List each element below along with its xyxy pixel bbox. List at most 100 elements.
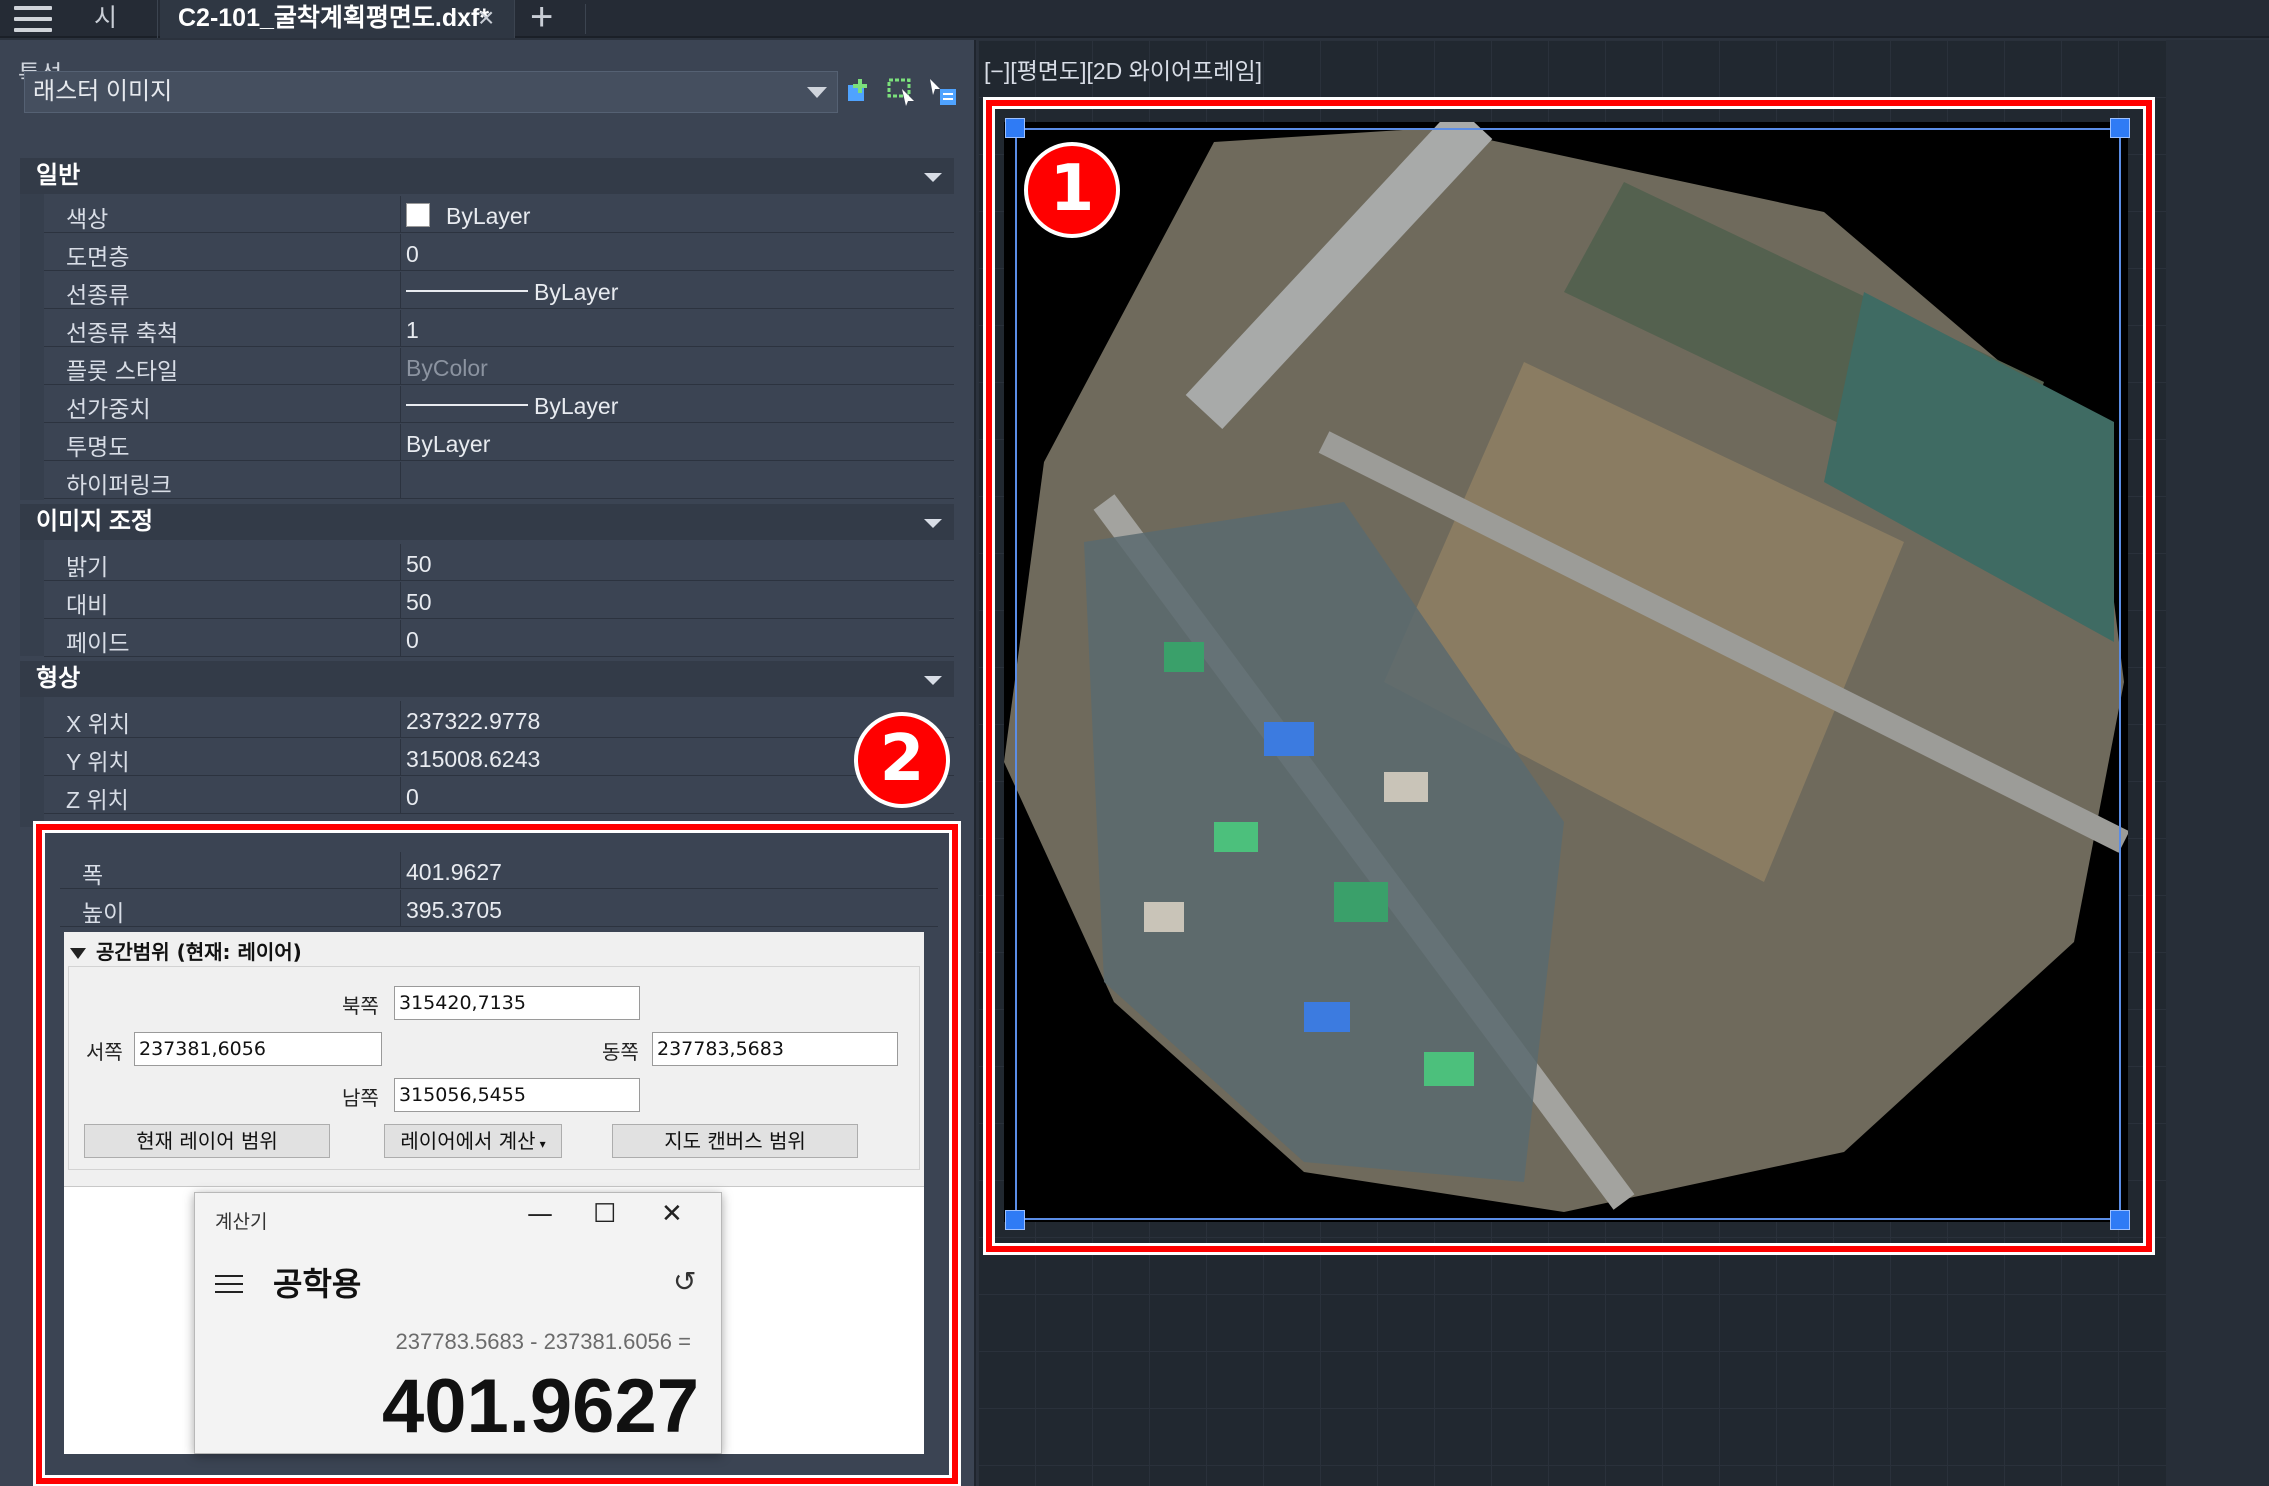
prop-value: 237322.9778 [406,708,541,734]
section-geometry-title: 형상 [36,665,81,692]
extent-header-label: 공간범위 (현재: 레이어) [96,940,302,964]
calculator-title: 계산기 [215,1211,268,1233]
linetype-sample [406,290,528,292]
calculate-from-layer-button[interactable]: 레이어에서 계산 ▾ [384,1124,562,1158]
extent-group-header[interactable]: 공간범위 (현재: 레이어) [70,936,302,965]
prop-value: 50 [406,551,432,577]
document-tab-bar: 시작 C2-101_굴착계획평면도.dxf* × + [0,0,2269,68]
west-label: 서쪽 [86,1040,123,1064]
prop-row-linetype-scale[interactable]: 선종류 축척 1 [44,310,954,347]
spatial-extent-dialog: 공간범위 (현재: 레이어) 북쪽 315420,7135 서쪽 237381,… [64,932,924,1186]
prop-value: 50 [406,589,432,615]
tab-close-icon[interactable]: × [478,1,494,35]
prop-value: 0 [406,627,419,653]
prop-row-contrast[interactable]: 대비 50 [44,582,954,619]
prop-row-z-position[interactable]: Z 위치 0 [44,777,954,814]
collapse-triangle-icon[interactable] [70,948,86,959]
prop-key: 하이퍼링크 [66,472,172,498]
calculator-mode-title: 공학용 [273,1265,362,1303]
tab-divider [585,4,586,34]
prop-value: 395.3705 [406,897,502,923]
section-geometry[interactable]: 형상 [20,661,954,697]
callout-badge-2: 2 [854,712,950,808]
prop-key: X 위치 [66,711,131,737]
prop-value: 0 [406,241,419,267]
prop-value: 0 [406,784,419,810]
prop-row-x-position[interactable]: X 위치 237322.9778 [44,701,954,738]
grip-handle-bottom-left[interactable] [1005,1210,1025,1230]
callout-badge-1: 1 [1024,142,1120,238]
section-general-title: 일반 [36,162,81,189]
east-label: 동쪽 [602,1040,639,1064]
prop-row-transparency[interactable]: 투명도 ByLayer [44,424,954,461]
color-swatch [406,203,430,227]
viewport-side-strip [2166,40,2269,1486]
history-icon[interactable]: ↺ [673,1265,696,1298]
collapse-chevron-icon[interactable] [924,173,942,182]
nav-menu-icon[interactable] [215,1275,243,1299]
prop-value: ByLayer [406,431,491,457]
prop-key: 선종류 축척 [66,320,179,346]
maximize-icon[interactable]: ☐ [593,1199,616,1229]
prop-value: ByLayer [446,203,531,229]
select-objects-icon[interactable] [886,75,918,107]
calculator-result: 401.9627 [382,1364,699,1449]
collapse-chevron-icon[interactable] [924,519,942,528]
minimize-icon[interactable]: — [527,1199,553,1229]
lineweight-sample [406,404,528,406]
calculate-from-layer-label: 레이어에서 계산 [400,1129,536,1153]
grip-handle-bottom-right[interactable] [2110,1210,2130,1230]
prop-row-height[interactable]: 높이 395.3705 [60,890,938,927]
prop-key: Z 위치 [66,787,129,813]
current-layer-extent-button[interactable]: 현재 레이어 범위 [84,1124,330,1158]
prop-key: 밝기 [66,554,109,580]
prop-key: 선가중치 [66,396,151,422]
tab-active-drawing[interactable]: C2-101_굴착계획평면도.dxf* [160,0,515,38]
row-gutter [20,194,44,500]
east-input[interactable]: 237783,5683 [652,1032,898,1066]
section-image-adjust[interactable]: 이미지 조정 [20,504,954,540]
prop-key: 색상 [66,206,109,232]
prop-key: Y 위치 [66,749,130,775]
collapse-chevron-icon[interactable] [924,676,942,685]
viewport-controls-label[interactable]: [−][평면도][2D 와이어프레임] [984,52,1262,86]
prop-key: 플롯 스타일 [66,358,179,384]
section-general[interactable]: 일반 [20,158,954,194]
object-type-label: 래스터 이미지 [33,78,173,105]
prop-row-color[interactable]: 색상 ByLayer [44,196,954,233]
prop-row-layer[interactable]: 도면층 0 [44,234,954,271]
toggle-pickadd-icon[interactable] [846,75,878,107]
tab-start[interactable]: 시작 [76,0,158,68]
west-input[interactable]: 237381,6056 [134,1032,382,1066]
calculator-window: 계산기 — ☐ ✕ 공학용 ↺ 237783.5683 - 237381.605… [194,1192,722,1454]
prop-row-linetype[interactable]: 선종류 ByLayer [44,272,954,309]
grip-handle-top-right[interactable] [2110,118,2130,138]
grip-handle-top-left[interactable] [1005,118,1025,138]
prop-row-y-position[interactable]: Y 위치 315008.6243 [44,739,954,776]
prop-value: 401.9627 [406,859,502,885]
section-image-adjust-title: 이미지 조정 [36,508,154,535]
quick-select-icon[interactable] [926,75,958,107]
row-gutter [20,697,44,827]
map-canvas-extent-button[interactable]: 지도 캔버스 범위 [612,1124,858,1158]
south-input[interactable]: 315056,5455 [394,1078,640,1112]
prop-key: 선종류 [66,282,130,308]
prop-value: ByLayer [534,393,619,419]
image-selection-boundary [1015,128,2121,1220]
prop-row-fade[interactable]: 페이드 0 [44,620,954,657]
object-type-dropdown[interactable]: 래스터 이미지 [24,71,838,113]
south-label: 남쪽 [342,1086,379,1110]
prop-row-hyperlink[interactable]: 하이퍼링크 [44,462,954,499]
north-input[interactable]: 315420,7135 [394,986,640,1020]
prop-row-lineweight[interactable]: 선가중치 ByLayer [44,386,954,423]
chevron-down-icon [807,87,827,98]
new-tab-icon[interactable]: + [530,0,553,37]
prop-key: 대비 [66,592,109,618]
close-icon[interactable]: ✕ [661,1199,683,1229]
prop-row-plot-style[interactable]: 플롯 스타일 ByColor [44,348,954,385]
prop-key: 높이 [82,900,125,926]
menu-icon[interactable] [14,6,52,32]
north-label: 북쪽 [342,994,379,1018]
prop-row-width[interactable]: 폭 401.9627 [60,852,938,889]
prop-row-brightness[interactable]: 밝기 50 [44,544,954,581]
